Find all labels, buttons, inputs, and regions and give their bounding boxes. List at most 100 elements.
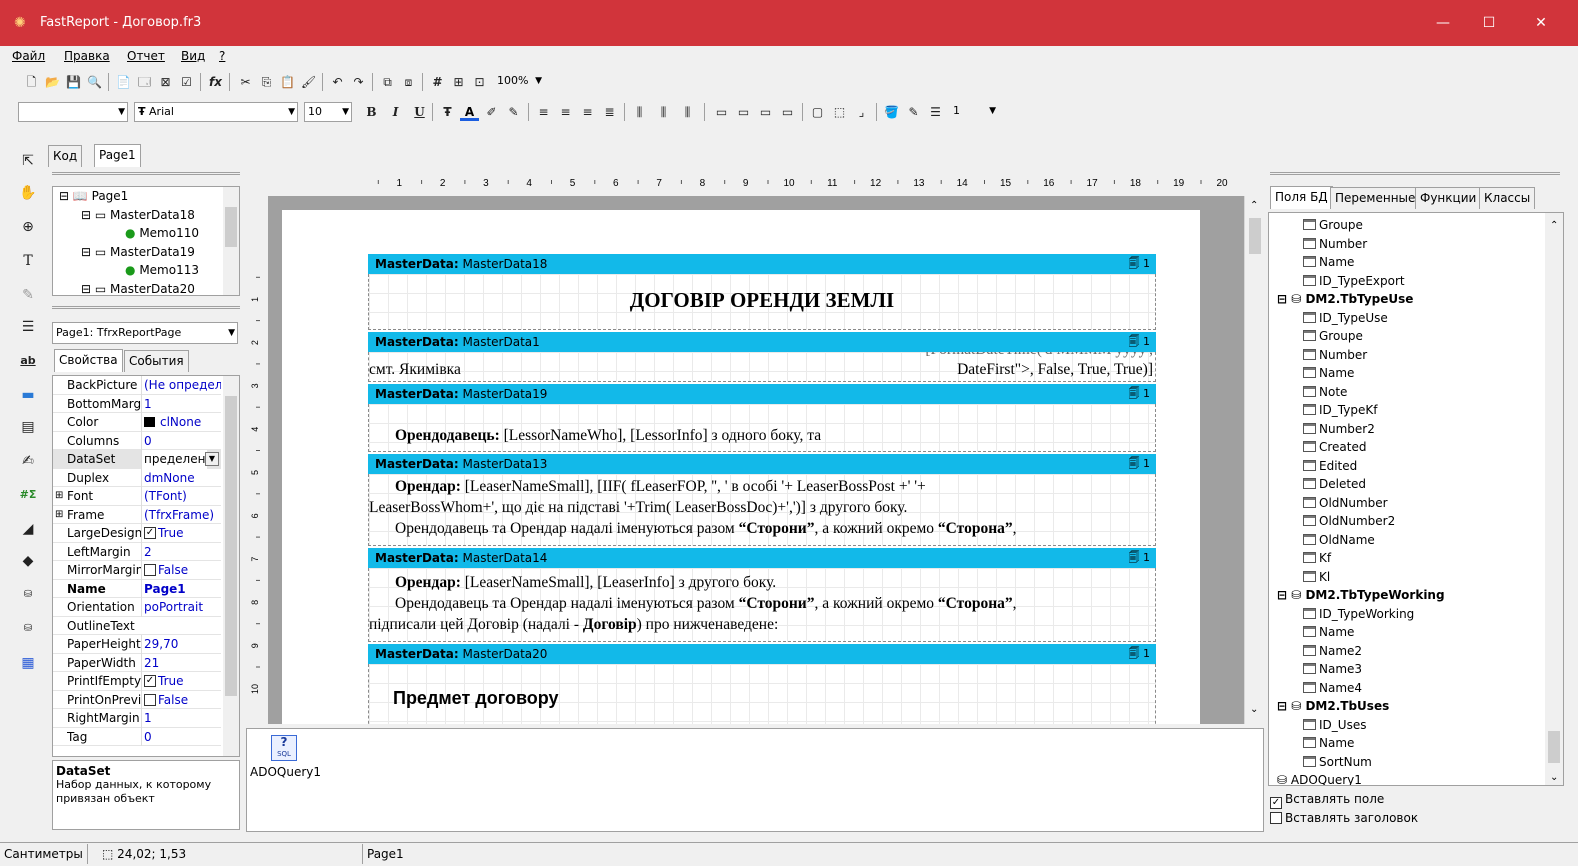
data-table[interactable]: ⊟ ⛁ DM2.TbTypeWorking xyxy=(1277,586,1445,605)
picture-icon[interactable]: ▬ xyxy=(17,384,39,406)
format-copy-icon[interactable]: ✎ xyxy=(17,284,39,306)
data-field[interactable]: ID_TypeWorking xyxy=(1303,605,1414,624)
tree-item-memo[interactable]: ● Memo113 xyxy=(125,261,199,280)
align-center-icon[interactable]: ≡ xyxy=(556,103,575,121)
open-icon[interactable]: 📂 xyxy=(43,73,62,91)
shadow-icon[interactable]: ⌟ xyxy=(852,103,871,121)
expand-icon[interactable]: ⊞ xyxy=(55,506,63,525)
insert-header-option[interactable]: Вставлять заголовок xyxy=(1270,811,1418,825)
frame-right-icon[interactable]: ▭ xyxy=(778,103,797,121)
subreport-icon[interactable]: ▤ xyxy=(17,416,39,438)
frame-none-icon[interactable]: ⬚ xyxy=(830,103,849,121)
ado-icon[interactable]: ⛁ xyxy=(17,618,39,640)
data-table[interactable]: ⛁ ADOQuery1 xyxy=(1277,771,1362,785)
tab-code[interactable]: Код xyxy=(48,145,83,167)
insert-field-option[interactable]: ✓ Вставлять поле xyxy=(1270,792,1384,809)
data-field[interactable]: Number2 xyxy=(1303,420,1375,439)
adoquery-icon[interactable]: ? SQL xyxy=(271,735,297,761)
valign-center-icon[interactable]: ⫼ xyxy=(654,103,673,121)
align-to-grid-icon[interactable]: ⊞ xyxy=(449,73,468,91)
tab-variables[interactable]: Переменные xyxy=(1330,187,1421,209)
data-field[interactable]: OldName xyxy=(1303,531,1375,550)
memo-lessee2[interactable]: Орендар: [LeaserNameSmall], [LeaserInfo]… xyxy=(395,572,776,593)
frame-color-icon[interactable]: ✎ xyxy=(904,103,923,121)
valign-top-icon[interactable]: ⫼ xyxy=(630,103,649,121)
tab-properties[interactable]: Свойства xyxy=(54,349,123,372)
band-header[interactable]: MasterData: MasterData13 🗐 1 xyxy=(368,454,1156,474)
new-page-icon[interactable]: 📄 xyxy=(114,73,133,91)
checkbox-unchecked[interactable] xyxy=(1270,812,1282,824)
bde-icon[interactable]: ⛁ xyxy=(17,584,39,606)
prop-row[interactable]: Duplex dmNone xyxy=(53,468,221,487)
prop-row[interactable]: Name Page1 xyxy=(53,579,221,598)
data-field[interactable]: ID_TypeKf xyxy=(1303,401,1377,420)
menu-edit[interactable]: Правка xyxy=(64,48,110,64)
variables-icon[interactable]: fx xyxy=(206,73,225,91)
data-field[interactable]: Name xyxy=(1303,364,1354,383)
prop-row[interactable]: PrintIfEmpty True ✓ xyxy=(53,672,221,691)
style-combo[interactable]: ▼ xyxy=(18,102,128,122)
memo-together[interactable]: Орендодавець та Орендар надалі іменуютьс… xyxy=(395,518,1017,539)
tree-item-memo[interactable]: ● Memo110 xyxy=(125,224,199,243)
prop-row-selected[interactable]: DataSet пределен) ▼ xyxy=(53,450,221,469)
data-field[interactable]: ID_Uses xyxy=(1303,716,1366,735)
tree-item-band[interactable]: ⊟ ▭ MasterData19 xyxy=(81,243,195,262)
undo-icon[interactable]: ↶ xyxy=(328,73,347,91)
band-header[interactable]: MasterData: MasterData1 🗐 1 xyxy=(368,332,1156,352)
save-icon[interactable]: 💾 xyxy=(64,73,83,91)
menu-view[interactable]: Вид xyxy=(181,48,205,64)
bold-icon[interactable]: B xyxy=(362,103,381,121)
data-field[interactable]: OldNumber xyxy=(1303,494,1388,513)
new-report-icon[interactable]: 🗋 xyxy=(22,73,41,91)
more-objects-icon[interactable]: ▦ xyxy=(17,652,39,674)
prop-row[interactable]: PaperHeight 29,70 xyxy=(53,635,221,654)
memo-date-expr[interactable]: DateFirst">, False, True, True)] xyxy=(957,359,1153,380)
ungroup-icon[interactable]: ⧈ xyxy=(399,73,418,91)
menu-file[interactable]: Файл xyxy=(12,48,45,64)
data-field[interactable]: Edited xyxy=(1303,457,1357,476)
design-area[interactable]: MasterData: MasterData18 🗐 1 ДОГОВІР ОРЕН… xyxy=(268,196,1244,724)
line-width-combo[interactable]: 1 ▼ xyxy=(950,102,998,122)
prop-row[interactable]: RightMargin 1 xyxy=(53,709,221,728)
data-field[interactable]: Kf xyxy=(1303,549,1331,568)
menu-help[interactable]: ? xyxy=(219,48,225,64)
tab-events[interactable]: События xyxy=(124,350,189,372)
chevron-up-icon[interactable]: ⌃ xyxy=(1250,200,1258,211)
memo-lessee-line1[interactable]: Орендар: [LeaserNameSmall], [IIF( fLease… xyxy=(395,476,926,497)
cut-icon[interactable]: ✂ xyxy=(236,73,255,91)
band-header[interactable]: MasterData: MasterData14 🗐 1 xyxy=(368,548,1156,568)
prop-row[interactable]: Columns 0 xyxy=(53,431,221,450)
band-icon[interactable]: ☰ xyxy=(17,316,39,338)
collapse-icon[interactable]: ⊟ xyxy=(1277,699,1291,713)
data-field[interactable]: ID_TypeExport xyxy=(1303,272,1405,291)
prop-row[interactable]: Tag 0 xyxy=(53,727,221,746)
page-settings-icon[interactable]: ☑ xyxy=(177,73,196,91)
prop-row[interactable]: MirrorMarginsFalse xyxy=(53,561,221,580)
band-header[interactable]: MasterData: MasterData20 🗐 1 xyxy=(368,644,1156,664)
data-field[interactable]: Groupe xyxy=(1303,216,1363,235)
underline-icon[interactable]: U xyxy=(410,103,429,121)
tree-item-page[interactable]: ⊟ 📖 Page1 xyxy=(59,187,128,206)
font-settings-icon[interactable]: Ŧ xyxy=(438,103,457,121)
object-selector[interactable]: Page1: TfrxReportPage ▼ xyxy=(52,322,238,344)
band-body[interactable]: Орендар: [LeaserNameSmall], [IIF( fLease… xyxy=(368,474,1156,546)
zoom-tool-icon[interactable]: ⊕ xyxy=(17,216,39,238)
data-field[interactable]: Name2 xyxy=(1303,642,1362,661)
data-tree-scrollbar[interactable]: ⌃ ⌄ xyxy=(1545,213,1563,785)
data-table[interactable]: ⊟ ⛁ DM2.TbTypeUse xyxy=(1277,290,1413,309)
memo-town[interactable]: смт. Якимівка xyxy=(369,359,461,380)
design-scrollbar[interactable]: ⌃ ⌄ xyxy=(1244,196,1264,724)
draw-icon[interactable]: ✍ xyxy=(17,450,39,472)
chart-icon[interactable]: ◢ xyxy=(17,518,39,540)
tree-item-band[interactable]: ⊟ ▭ MasterData18 xyxy=(81,206,195,225)
frame-top-icon[interactable]: ▭ xyxy=(712,103,731,121)
data-field[interactable]: Name4 xyxy=(1303,679,1362,698)
shapes-icon[interactable]: ◆ xyxy=(17,550,39,572)
tab-classes[interactable]: Классы xyxy=(1479,187,1536,209)
font-name-combo[interactable]: Ŧ Arial ▼ xyxy=(134,102,298,122)
font-color-icon[interactable]: A xyxy=(460,103,479,121)
align-right-icon[interactable]: ≡ xyxy=(578,103,597,121)
data-field[interactable]: Note xyxy=(1303,383,1347,402)
data-field[interactable]: Kl xyxy=(1303,568,1330,587)
memo-lessee-line2[interactable]: LeaserBossWhom+', що діє на підставі '+T… xyxy=(369,497,907,518)
